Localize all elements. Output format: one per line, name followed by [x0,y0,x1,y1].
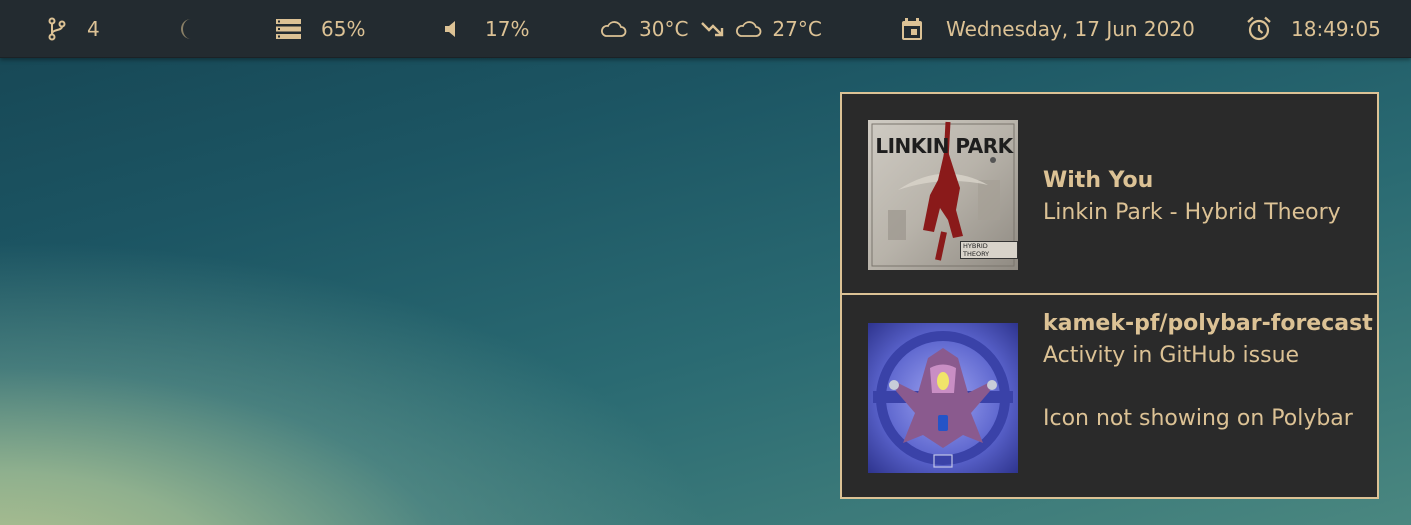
speaker-icon [444,19,458,39]
storage-module[interactable]: 65% [276,0,365,58]
workspace-count: 4 [87,17,100,41]
notification-body: Activity in GitHub issue [1043,343,1300,368]
storage-icon [276,19,301,39]
date-value: Wednesday, 17 Jun 2020 [946,17,1195,41]
calendar-icon [901,17,923,41]
trending-down-icon [700,20,726,38]
cloud-icon [734,19,762,39]
notification-title: With You [1043,168,1154,193]
album-art-album-text: HYBRID THEORY [960,241,1018,259]
github-avatar [868,323,1018,473]
alarm-clock-icon [1246,16,1272,42]
volume-module[interactable]: 17% [444,0,529,58]
weather-module[interactable]: 30°C 27°C [599,0,822,58]
notification-title: kamek-pf/polybar-forecast [1043,311,1373,336]
moon-icon [178,17,198,41]
night-mode-toggle[interactable] [178,0,198,58]
volume-value: 17% [485,17,530,41]
workspace-module[interactable]: 4 [48,0,100,58]
notification-music[interactable]: LINKIN PARK HYBRID THEORY With You Linki… [842,94,1377,295]
status-bar: 4 65% 17% 30°C 27°C Wednesday, 17 Jun 20… [0,0,1411,58]
clock-module[interactable]: 18:49:05 [1246,0,1381,58]
date-module[interactable]: Wednesday, 17 Jun 2020 [901,0,1195,58]
cloud-icon [599,19,627,39]
current-temperature: 30°C [639,17,689,41]
notification-github[interactable]: kamek-pf/polybar-forecast Activity in Gi… [842,297,1377,498]
storage-value: 65% [321,17,366,41]
clock-value: 18:49:05 [1291,17,1381,41]
notification-music-text: With You Linkin Park - Hybrid Theory [1043,165,1341,229]
notification-stack: LINKIN PARK HYBRID THEORY With You Linki… [840,92,1379,499]
notification-github-text: kamek-pf/polybar-forecast Activity in Gi… [1043,308,1373,435]
notification-detail: Icon not showing on Polybar [1043,406,1353,431]
album-art: LINKIN PARK HYBRID THEORY [868,120,1018,270]
notification-body: Linkin Park - Hybrid Theory [1043,200,1341,225]
git-branch-icon [48,17,66,41]
album-art-band-text: LINKIN PARK [875,134,1013,158]
forecast-temperature: 27°C [772,17,822,41]
